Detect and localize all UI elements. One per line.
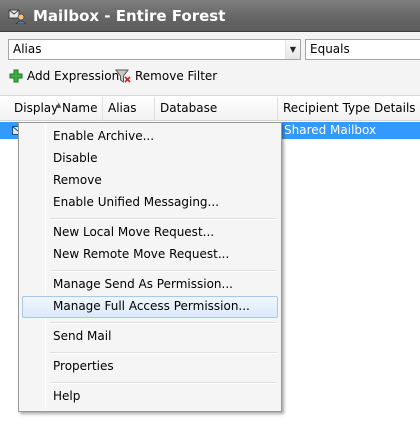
filter-field-dropdown[interactable]: Alias ▼	[8, 39, 301, 60]
window-title: Mailbox - Entire Forest	[33, 7, 226, 25]
menu-item-manage-send-as-permission[interactable]: Manage Send As Permission...	[22, 274, 278, 296]
menu-item-enable-unified-messaging[interactable]: Enable Unified Messaging...	[22, 192, 278, 214]
title-bar: Mailbox - Entire Forest	[0, 0, 420, 32]
funnel-remove-icon	[115, 69, 131, 83]
add-expression-label: Add Expression	[27, 69, 120, 83]
menu-separator	[50, 352, 277, 354]
menu-item-help[interactable]: Help	[22, 386, 278, 408]
menu-item-manage-full-access-permission[interactable]: Manage Full Access Permission...	[22, 296, 278, 318]
sort-ascending-icon: ▲	[56, 101, 62, 109]
menu-item-enable-archive[interactable]: Enable Archive...	[22, 126, 278, 148]
menu-item-disable[interactable]: Disable	[22, 148, 278, 170]
filter-operator-dropdown[interactable]: Equals	[305, 39, 420, 60]
context-menu: Enable Archive... Disable Remove Enable …	[18, 122, 282, 412]
menu-separator	[50, 218, 277, 220]
menu-separator	[50, 322, 277, 324]
menu-item-properties[interactable]: Properties	[22, 356, 278, 378]
menu-item-send-mail[interactable]: Send Mail	[22, 326, 278, 348]
green-plus-icon	[9, 69, 23, 83]
filter-bar: Alias ▼ Equals Add Expression Remove Fil…	[0, 32, 420, 96]
filter-operator-value: Equals	[310, 42, 350, 56]
menu-item-new-remote-move-request[interactable]: New Remote Move Request...	[22, 244, 278, 266]
menu-item-new-local-move-request[interactable]: New Local Move Request...	[22, 222, 278, 244]
menu-item-remove[interactable]: Remove	[22, 170, 278, 192]
column-header-alias[interactable]: Alias	[103, 97, 155, 121]
column-header-display-name[interactable]: ▲ Display Name	[9, 97, 103, 121]
menu-separator	[50, 270, 277, 272]
chevron-down-icon[interactable]: ▼	[285, 40, 300, 59]
remove-filter-button[interactable]: Remove Filter	[115, 67, 217, 85]
remove-filter-label: Remove Filter	[135, 69, 218, 83]
recipient-type-cell: Shared Mailbox	[284, 123, 377, 137]
grid-header: ▲ Display Name Alias Database Recipient …	[0, 97, 420, 121]
menu-separator	[50, 382, 277, 384]
column-header-database[interactable]: Database	[155, 97, 278, 121]
add-expression-button[interactable]: Add Expression	[9, 67, 119, 85]
mailbox-icon	[8, 9, 26, 24]
column-header-recipient-type[interactable]: Recipient Type Details	[278, 97, 420, 121]
filter-field-value: Alias	[13, 42, 42, 56]
